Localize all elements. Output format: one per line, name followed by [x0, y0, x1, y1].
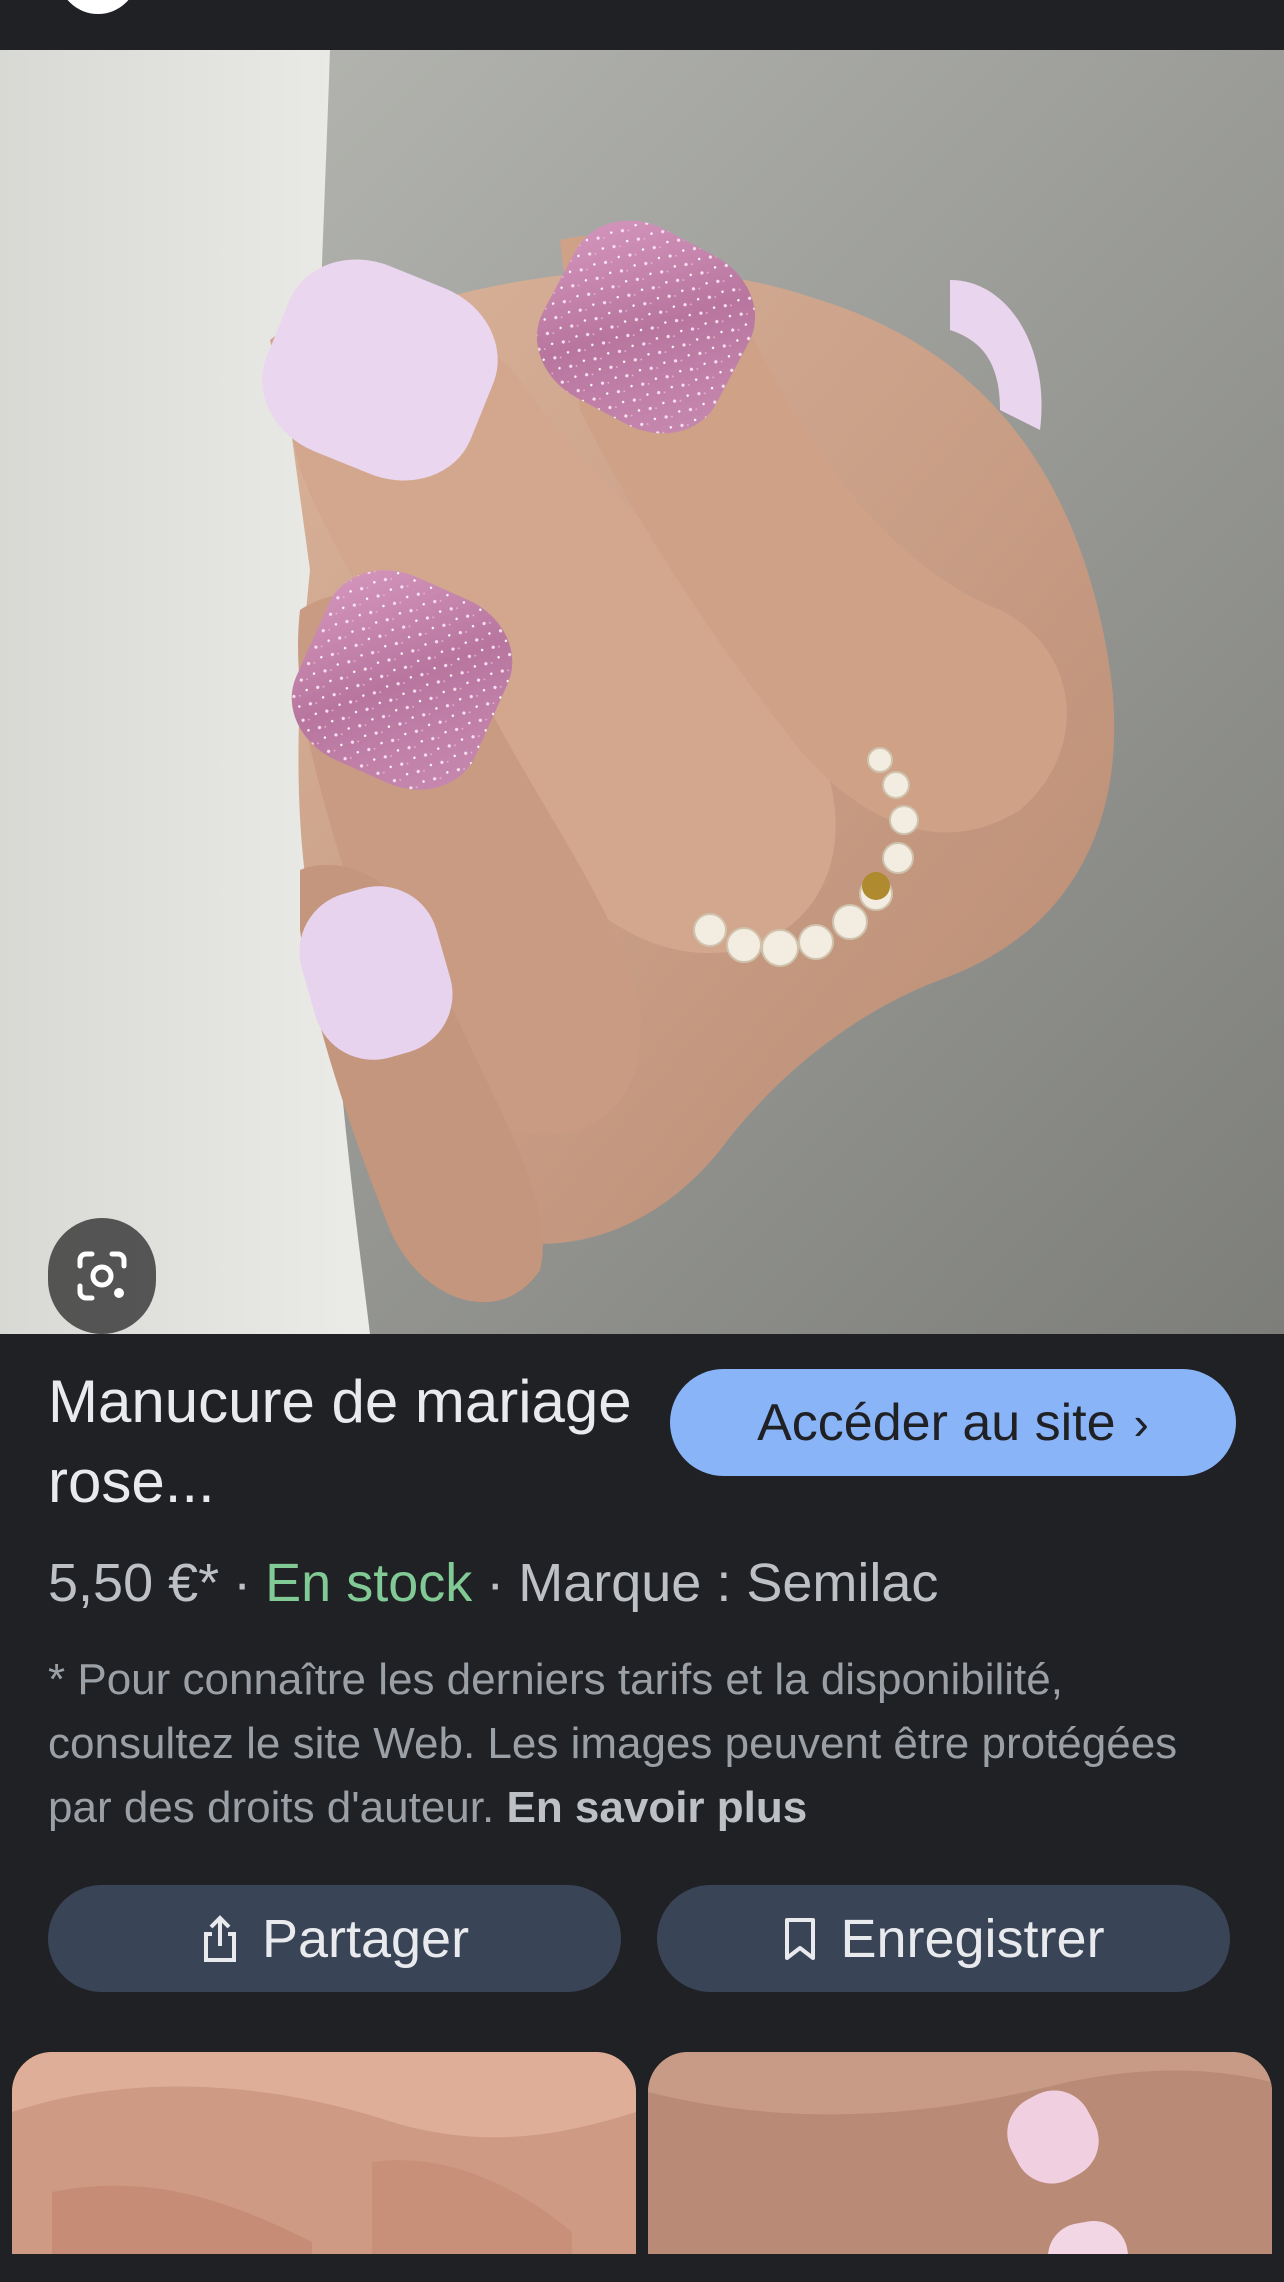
bookmark-icon: [785, 1917, 816, 1960]
price-disclaimer: * Pour connaître les derniers tarifs et …: [48, 1648, 1238, 1840]
google-lens-icon: [77, 1251, 127, 1301]
share-label: Partager: [261, 1908, 470, 1969]
related-image-thumbnail[interactable]: [12, 2052, 636, 2282]
save-label: Enregistrer: [840, 1908, 1105, 1969]
product-meta: 5,50 €* · En stock · Marque : Semilac: [48, 1550, 938, 1616]
learn-more-link[interactable]: En savoir plus: [506, 1783, 807, 1832]
share-icon: [203, 1914, 236, 1962]
save-button[interactable]: Enregistrer: [657, 1885, 1230, 1992]
separator-dot: ·: [233, 1553, 252, 1613]
google-lens-button[interactable]: [48, 1218, 156, 1334]
related-image-1: [12, 2052, 636, 2282]
stock-status: En stock: [265, 1553, 473, 1613]
gesture-bar-area: [0, 2254, 1284, 2282]
visit-site-button[interactable]: Accéder au site ›: [670, 1369, 1236, 1476]
top-bar: [0, 0, 1284, 50]
related-image-thumbnail[interactable]: [648, 2052, 1272, 2282]
manicure-photo: [0, 50, 1284, 1334]
profile-avatar[interactable]: [52, 0, 144, 20]
related-image-2: [648, 2052, 1272, 2282]
product-title: Manucure de mariage rose...: [48, 1368, 632, 1515]
product-image[interactable]: [0, 50, 1284, 1334]
separator-dot: ·: [486, 1553, 505, 1613]
product-brand: Marque : Semilac: [518, 1553, 939, 1613]
product-price: 5,50 €*: [48, 1553, 220, 1613]
share-button[interactable]: Partager: [48, 1885, 621, 1992]
chevron-right-icon: ›: [1133, 1396, 1149, 1449]
visit-site-label: Accéder au site: [757, 1393, 1116, 1452]
